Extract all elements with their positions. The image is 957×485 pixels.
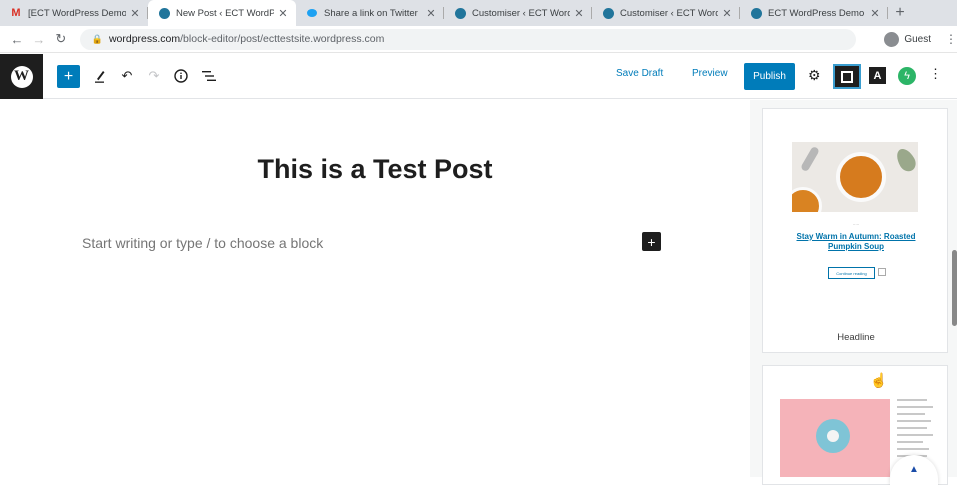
pattern-card-headline[interactable]: ····· Stay Warm in Autumn: Roasted Pumpk…: [762, 108, 948, 353]
reload-icon[interactable]: ↻: [50, 31, 72, 47]
gmail-icon: M: [11, 7, 21, 19]
tab-label: Share a link on Twitter: [324, 7, 418, 19]
tools-pencil-icon[interactable]: [91, 67, 109, 85]
back-arrow-icon[interactable]: ←: [6, 32, 28, 47]
continue-reading-button: Continue reading: [828, 267, 875, 279]
editor-toolbar: W + ↶ ↷ Save Draft Preview Publish ⚙ A ϟ…: [0, 54, 957, 99]
block-patterns-panel: ····· Stay Warm in Autumn: Roasted Pumpk…: [750, 100, 957, 485]
tab-label: [ECT WordPress Demo Ti: [28, 7, 126, 19]
settings-gear-icon[interactable]: ⚙: [808, 67, 821, 84]
close-icon[interactable]: ✕: [722, 7, 732, 20]
wordpress-icon: [750, 7, 762, 19]
wordpress-icon: [602, 7, 614, 19]
post-title[interactable]: This is a Test Post: [0, 154, 750, 185]
profile-button[interactable]: Guest: [884, 31, 932, 47]
url-path: /block-editor/post/ecttestsite.wordpress…: [180, 33, 385, 45]
pattern-caption: ·····: [852, 222, 860, 227]
editor-canvas: This is a Test Post Start writing or typ…: [0, 100, 750, 477]
thumbnail-icon: [878, 268, 886, 276]
redo-icon[interactable]: ↷: [145, 67, 163, 85]
pumpkin-soup-image: [792, 142, 918, 212]
tab-label: ECT WordPress Demo Ti: [768, 7, 866, 19]
grid-icon: [841, 70, 853, 83]
block-placeholder[interactable]: Start writing or type / to choose a bloc…: [82, 235, 323, 251]
wordpress-icon: W: [10, 65, 33, 88]
tab-label: Customiser ‹ ECT Word: [620, 7, 718, 19]
save-draft-button[interactable]: Save Draft: [616, 68, 663, 79]
info-icon[interactable]: [172, 67, 190, 85]
twitter-icon: [306, 7, 318, 19]
browser-menu-icon[interactable]: ⋮: [945, 32, 957, 46]
pattern-card-label: Headline: [837, 332, 875, 343]
browser-tab-gmail[interactable]: M [ECT WordPress Demo Ti ✕: [0, 0, 148, 26]
wordpress-icon: [454, 7, 466, 19]
block-inserter-button[interactable]: +: [57, 65, 80, 88]
new-tab-button[interactable]: +: [888, 0, 912, 26]
close-icon[interactable]: ✕: [426, 7, 436, 20]
scrollbar[interactable]: [952, 250, 957, 326]
browser-tab-new-post[interactable]: New Post ‹ ECT WordPre ✕: [148, 0, 296, 26]
publish-button[interactable]: Publish: [744, 63, 795, 90]
add-block-button[interactable]: +: [642, 232, 661, 251]
profile-label: Guest: [904, 33, 932, 45]
jetpack-bolt-icon[interactable]: ϟ: [898, 67, 916, 85]
block-patterns-plugin-button[interactable]: [833, 64, 861, 89]
close-icon[interactable]: ✕: [130, 7, 140, 20]
url-host: wordpress.com: [108, 33, 181, 45]
mouse-cursor-icon: ☝: [870, 372, 888, 388]
tab-label: New Post ‹ ECT WordPre: [176, 7, 274, 19]
wordpress-icon: [158, 7, 170, 19]
pattern-post-link: Stay Warm in Autumn: Roasted Pumpkin Sou…: [796, 232, 916, 251]
browser-tab-twitter[interactable]: Share a link on Twitter ✕: [296, 0, 444, 26]
url-input[interactable]: 🔒 wordpress.com/block-editor/post/ecttes…: [79, 28, 857, 50]
tab-label: Customiser ‹ ECT Word: [472, 7, 570, 19]
list-view-icon[interactable]: [200, 67, 218, 85]
more-options-icon[interactable]: ⋮: [929, 66, 942, 82]
browser-tab-ect-demo[interactable]: ECT WordPress Demo Ti ✕: [740, 0, 888, 26]
close-icon[interactable]: ✕: [278, 7, 288, 20]
preview-button[interactable]: Preview: [692, 68, 728, 79]
forward-arrow-icon[interactable]: →: [28, 32, 50, 47]
plugin-a-button[interactable]: A: [869, 67, 886, 84]
lock-icon: 🔒: [91, 33, 103, 44]
pink-plate-image: [780, 399, 890, 477]
browser-tab-strip: M [ECT WordPress Demo Ti ✕ New Post ‹ EC…: [0, 0, 957, 26]
undo-icon[interactable]: ↶: [118, 67, 136, 85]
close-icon[interactable]: ✕: [574, 7, 584, 20]
avatar-icon: [884, 31, 900, 47]
close-icon[interactable]: ✕: [870, 7, 880, 20]
address-bar-row: ← → ↻ 🔒 wordpress.com/block-editor/post/…: [0, 26, 957, 53]
browser-tab-customiser-2[interactable]: Customiser ‹ ECT Word ✕: [592, 0, 740, 26]
browser-tab-customiser-1[interactable]: Customiser ‹ ECT Word ✕: [444, 0, 592, 26]
wordpress-logo-button[interactable]: W: [0, 54, 43, 99]
